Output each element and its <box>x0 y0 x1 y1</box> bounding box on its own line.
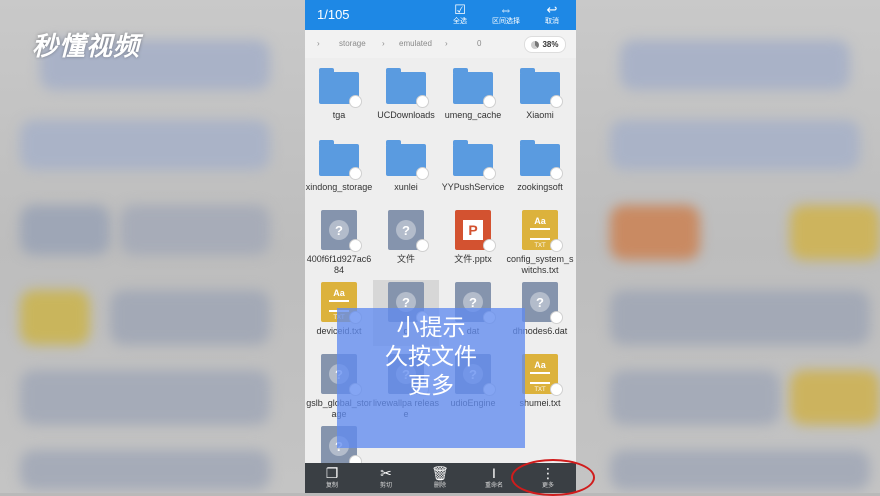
file-item[interactable]: ? 文件 <box>372 210 440 265</box>
folder-icon <box>386 138 429 180</box>
file-name: 文件.pptx <box>454 254 492 264</box>
select-radio-icon[interactable] <box>483 95 496 108</box>
file-name: xunlei <box>394 182 418 192</box>
folder-icon <box>386 66 429 108</box>
tip-title: 小提示 <box>396 314 466 340</box>
selection-toolbar: 1/105 ☑ 全选 ⇔ 区间选择 ↩ 取消 <box>305 0 576 30</box>
select-radio-icon[interactable] <box>550 95 563 108</box>
tip-line: 久按文件 <box>385 343 477 369</box>
cut-button[interactable]: ✂ 剪切 <box>359 465 413 490</box>
file-name: zookingsoft <box>517 182 563 192</box>
checkbox-icon: ☑ <box>454 2 466 17</box>
unknown-file-icon: ? <box>520 282 563 324</box>
range-select-button[interactable]: ⇔ 区间选择 <box>481 2 531 26</box>
select-radio-icon[interactable] <box>550 383 563 396</box>
breadcrumb-item-0[interactable]: 0 <box>477 39 481 48</box>
copy-icon: ❐ <box>325 465 339 481</box>
select-all-button[interactable]: ☑ 全选 <box>435 2 485 26</box>
file-name: xindong_storage <box>305 182 373 192</box>
file-name: UCDownloads <box>377 110 435 120</box>
file-name: tga <box>332 110 346 120</box>
selection-count: 1/105 <box>317 7 350 22</box>
unknown-file-icon: ? <box>386 210 429 252</box>
file-item[interactable]: P 文件.pptx <box>439 210 507 265</box>
file-name: umeng_cache <box>444 110 502 120</box>
select-radio-icon[interactable] <box>349 239 362 252</box>
annotation-circle <box>511 459 595 496</box>
file-item[interactable]: Aa TXT config_system_switchs.txt <box>506 210 574 276</box>
file-name: 400f6f1d927ac684 <box>306 254 372 275</box>
watermark-logo: 秒懂视频 <box>32 31 141 61</box>
select-radio-icon[interactable] <box>349 167 362 180</box>
select-radio-icon[interactable] <box>416 239 429 252</box>
storage-usage-badge[interactable]: 38% <box>524 36 566 53</box>
file-item[interactable]: Xiaomi <box>506 66 574 121</box>
select-radio-icon[interactable] <box>416 167 429 180</box>
file-item[interactable]: xindong_storage <box>305 138 373 193</box>
file-item[interactable]: ? 400f6f1d927ac684 <box>305 210 373 276</box>
select-radio-icon[interactable] <box>550 239 563 252</box>
tip-line: 更多 <box>408 372 454 398</box>
trash-icon: 🗑 <box>431 465 449 481</box>
file-item[interactable]: tga <box>305 66 373 121</box>
tip-overlay: 小提示 久按文件 更多 <box>337 308 525 448</box>
pie-chart-icon <box>531 40 540 49</box>
file-item[interactable]: umeng_cache <box>439 66 507 121</box>
undo-icon: ↩ <box>546 2 558 17</box>
copy-button[interactable]: ❐ 复制 <box>305 465 359 490</box>
text-file-icon: AaTXT <box>520 210 563 252</box>
select-radio-icon[interactable] <box>416 95 429 108</box>
chevron-right-icon: › <box>317 39 320 48</box>
file-item[interactable]: zookingsoft <box>506 138 574 193</box>
select-radio-icon[interactable] <box>483 239 496 252</box>
breadcrumb-item-emulated[interactable]: emulated <box>399 39 432 48</box>
cancel-button[interactable]: ↩ 取消 <box>527 2 576 26</box>
folder-icon <box>453 138 496 180</box>
file-item[interactable]: xunlei <box>372 138 440 193</box>
file-name: Xiaomi <box>526 110 554 120</box>
file-name: 文件 <box>396 254 415 264</box>
folder-icon <box>453 66 496 108</box>
file-item[interactable]: YYPushService <box>439 138 507 193</box>
folder-icon <box>520 138 563 180</box>
select-radio-icon[interactable] <box>550 167 563 180</box>
select-radio-icon[interactable] <box>550 311 563 324</box>
chevron-right-icon: › <box>382 39 385 48</box>
chevron-right-icon: › <box>445 39 448 48</box>
file-name: YYPushService <box>441 182 505 192</box>
powerpoint-file-icon: P <box>453 210 496 252</box>
select-radio-icon[interactable] <box>483 167 496 180</box>
unknown-file-icon: ? <box>319 210 362 252</box>
breadcrumb: › storage › emulated › 0 38% <box>305 30 576 58</box>
file-name: config_system_switchs.txt <box>506 254 574 275</box>
folder-icon <box>319 138 362 180</box>
folder-icon <box>319 66 362 108</box>
range-icon: ⇔ <box>499 2 513 17</box>
breadcrumb-item-storage[interactable]: storage <box>339 39 366 48</box>
select-radio-icon[interactable] <box>349 95 362 108</box>
text-file-icon: AaTXT <box>520 354 563 396</box>
delete-button[interactable]: 🗑 删除 <box>413 465 467 490</box>
folder-icon <box>520 66 563 108</box>
file-item[interactable]: UCDownloads <box>372 66 440 121</box>
scissors-icon: ✂ <box>380 465 392 481</box>
